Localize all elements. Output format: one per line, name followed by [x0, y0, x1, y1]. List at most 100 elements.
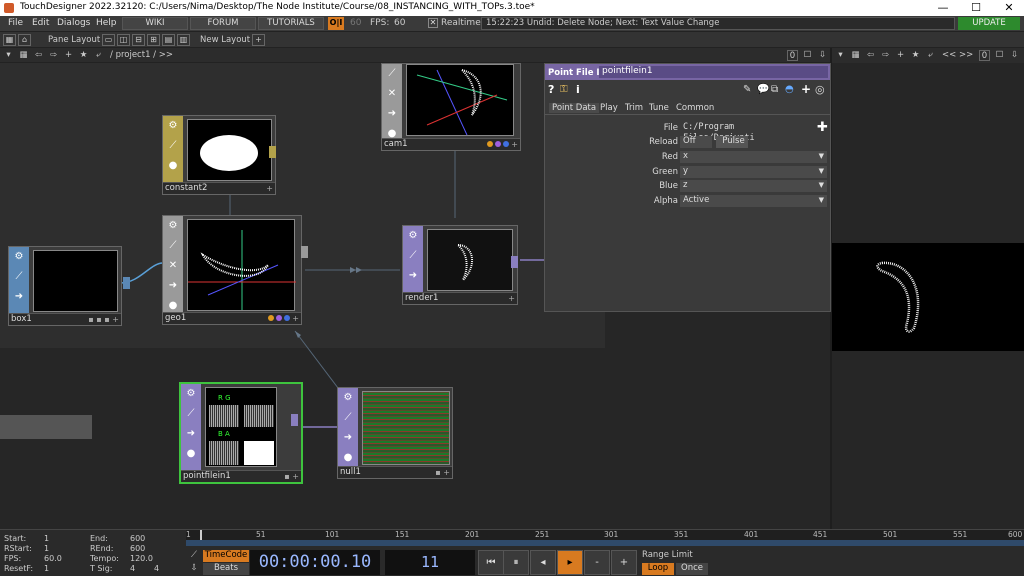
reload-toggle[interactable]: Off — [680, 136, 712, 148]
viewer-active-icon[interactable]: ⚙ — [338, 388, 358, 408]
close-icon[interactable]: ✕ — [382, 84, 402, 104]
perf-monitor-button[interactable]: O|I — [328, 17, 344, 30]
maximize-pane-icon[interactable]: ☐ — [802, 50, 813, 61]
python-icon[interactable]: ⚿ — [560, 84, 568, 95]
add-icon[interactable]: + — [63, 50, 74, 61]
parent-icon[interactable]: ⤶ — [93, 50, 104, 61]
viewer-active-icon[interactable]: ⚙ — [181, 384, 201, 404]
node-null1[interactable]: ⚙ ⟋ ➜ ● null1 ▪ + — [337, 387, 453, 479]
close-icon[interactable]: ✕ — [163, 256, 183, 276]
timecode-mode-button[interactable]: TimeCode — [203, 550, 249, 562]
rstart-value[interactable]: 1 — [44, 544, 49, 553]
forward-icon[interactable]: ⇨ — [48, 50, 59, 61]
add-param-icon[interactable]: + — [801, 82, 811, 96]
play-forward-button[interactable]: ▸ — [557, 550, 583, 575]
step-forward-button[interactable]: + — [611, 550, 637, 575]
viewer-pane[interactable] — [832, 63, 1024, 529]
cook-icon[interactable]: ● — [163, 156, 183, 176]
layout-1-icon[interactable]: ▭ — [102, 34, 115, 46]
bypass-icon[interactable]: ➜ — [163, 276, 183, 296]
viewer-dropdown-icon[interactable]: ▾ — [835, 50, 846, 61]
display-flag-icon[interactable]: ⟋ — [403, 246, 423, 266]
file-field[interactable]: C:/Program Files/Derivati — [680, 122, 810, 143]
display-flag-icon[interactable]: ⟋ — [181, 404, 201, 424]
timecode-display[interactable]: 00:00:00.10 — [250, 550, 380, 575]
realtime-checkbox[interactable]: ✕ — [428, 18, 438, 28]
timeline-ruler[interactable]: 1 51 101 151 201 251 301 351 401 451 501… — [186, 530, 1024, 540]
once-button[interactable]: Once — [676, 563, 708, 575]
node-geo1-output[interactable] — [301, 246, 308, 258]
viewer-star-icon[interactable]: ★ — [910, 50, 921, 61]
node-pointfilein1-output[interactable] — [291, 414, 298, 426]
viewer-active-icon[interactable]: ⚙ — [9, 247, 29, 267]
tab-point-data[interactable]: Point Data — [549, 103, 600, 113]
viewer-zoom-value[interactable]: 0 — [979, 50, 990, 61]
tsig-b[interactable]: 4 — [154, 564, 159, 573]
layout-2-icon[interactable]: ◫ — [117, 34, 130, 46]
bypass-icon[interactable]: ➜ — [9, 287, 29, 307]
cook-icon[interactable]: ● — [338, 448, 358, 468]
viewer-add-icon[interactable]: + — [895, 50, 906, 61]
resetf-value[interactable]: 1 — [44, 564, 49, 573]
viewer-maximize-icon[interactable]: ☐ — [994, 50, 1005, 61]
node-geo1[interactable]: ⚙ ⟋ ✕ ➜ ● geo1 + — [162, 215, 308, 325]
menu-edit[interactable]: Edit — [32, 18, 49, 28]
alpha-select[interactable]: Active ▼ — [680, 195, 827, 207]
play-backward-button[interactable]: ◂ — [530, 550, 556, 575]
tutorials-button[interactable]: TUTORIALS — [258, 17, 324, 30]
forum-button[interactable]: FORUM — [190, 17, 256, 30]
menu-dialogs[interactable]: Dialogs — [57, 18, 90, 28]
layout-4-icon[interactable]: ⊞ — [147, 34, 160, 46]
display-flag-icon[interactable]: ⟋ — [382, 64, 402, 84]
comment-icon[interactable]: 💬 — [757, 84, 769, 95]
copy-icon[interactable]: ⧉ — [771, 84, 778, 95]
viewer-split-icon[interactable]: ⇩ — [1009, 50, 1020, 61]
rend-value[interactable]: 600 — [130, 544, 145, 553]
display-flag-icon[interactable]: ⟋ — [9, 267, 29, 287]
layout-3-icon[interactable]: ⊟ — [132, 34, 145, 46]
pulse-button[interactable]: Pulse — [716, 136, 748, 148]
rewind-button[interactable]: ⏮ — [478, 550, 504, 575]
red-select[interactable]: x ▼ — [680, 151, 827, 163]
pause-button[interactable]: ⏸ — [503, 550, 529, 575]
viewer-forward-icon[interactable]: ⇨ — [880, 50, 891, 61]
viewer-active-icon[interactable]: ⚙ — [163, 216, 183, 236]
pane-type-icon[interactable]: ▦ — [18, 50, 29, 61]
node-constant2-output[interactable] — [269, 146, 276, 158]
pane-icon[interactable]: ▦ — [3, 34, 16, 46]
loop-button[interactable]: Loop — [642, 563, 674, 575]
node-pointfilein1[interactable]: ⚙ ⟋ ➜ ● R G B A pointfilein1 ▪ + — [179, 382, 303, 484]
network-path[interactable]: / project1 / >> — [110, 50, 173, 60]
layout-6-icon[interactable]: ▥ — [177, 34, 190, 46]
info-icon[interactable]: i — [576, 83, 580, 96]
frame-display[interactable]: 11 — [385, 550, 475, 575]
green-select[interactable]: y ▼ — [680, 166, 827, 178]
viewer-active-icon[interactable]: ⚙ — [403, 226, 423, 246]
edit-icon[interactable]: ✎ — [743, 84, 751, 95]
wiki-button[interactable]: WIKI — [122, 17, 188, 30]
node-render1-output[interactable] — [511, 256, 518, 268]
cook-icon[interactable]: ● — [181, 444, 201, 464]
menu-file[interactable]: File — [8, 18, 23, 28]
file-browse-icon[interactable]: ✚ — [817, 120, 828, 135]
help-icon[interactable]: ? — [548, 83, 554, 96]
beats-mode-button[interactable]: Beats — [203, 563, 249, 575]
viewer-active-icon[interactable]: ⚙ — [163, 116, 183, 136]
timeline-expand-icon[interactable]: ⟋ — [188, 550, 200, 561]
viewer-type-icon[interactable]: ▦ — [850, 50, 861, 61]
viewer-nav[interactable]: << >> — [942, 50, 973, 60]
new-layout-button[interactable]: + — [252, 34, 265, 46]
bypass-icon[interactable]: ➜ — [338, 428, 358, 448]
timeline-collapse-icon[interactable]: ⇩ — [188, 563, 200, 574]
target-icon[interactable]: ◎ — [815, 83, 825, 96]
home-icon[interactable]: ⌂ — [18, 34, 31, 46]
tab-common[interactable]: Common — [676, 103, 714, 113]
playhead[interactable] — [200, 530, 202, 540]
fps-value[interactable]: 60.0 — [44, 554, 62, 563]
dropdown-icon[interactable]: ▾ — [3, 50, 14, 61]
node-box1[interactable]: ⚙ ⟋ ➜ box1 ▪ ▪ ▪ + — [8, 246, 130, 326]
tab-play[interactable]: Play — [600, 103, 618, 113]
tempo-value[interactable]: 120.0 — [130, 554, 153, 563]
display-flag-icon[interactable]: ⟋ — [163, 236, 183, 256]
back-icon[interactable]: ⇦ — [33, 50, 44, 61]
